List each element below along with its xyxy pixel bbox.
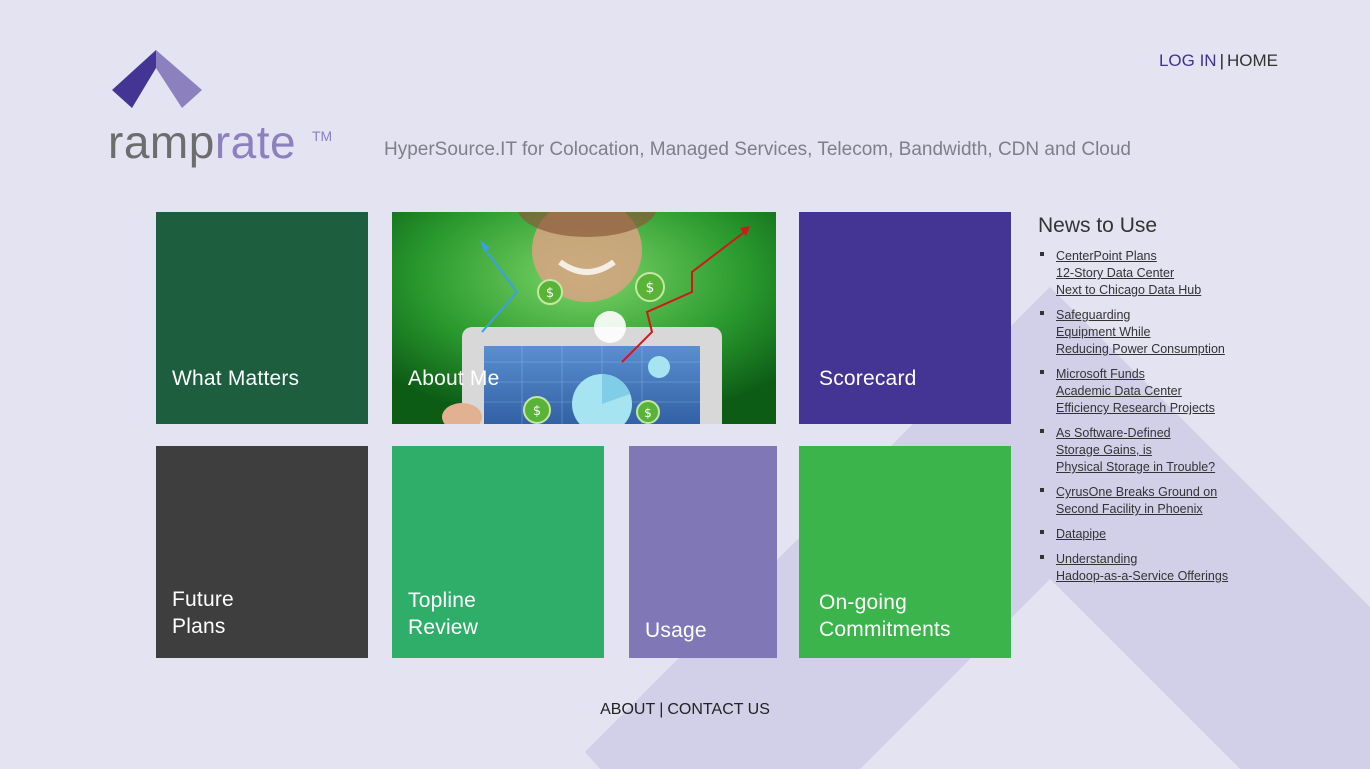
svg-text:$: $ — [644, 406, 652, 420]
tile-future-plans-label: Future Plans — [172, 586, 234, 640]
tile-usage[interactable]: Usage — [629, 446, 777, 658]
bullet-icon — [1040, 429, 1044, 433]
top-navigation: LOG IN | HOME — [1159, 51, 1278, 71]
about-me-image: $ $ $ $ — [392, 212, 776, 424]
trademark-symbol: TM — [312, 128, 333, 144]
news-link[interactable]: CenterPoint Plans 12-Story Data Center N… — [1056, 248, 1268, 299]
svg-text:$: $ — [546, 286, 554, 301]
news-item: Understanding Hadoop-as-a-Service Offeri… — [1038, 551, 1268, 585]
tile-ongoing-line2: Commitments — [819, 618, 951, 641]
bullet-icon — [1040, 252, 1044, 256]
tile-usage-label: Usage — [645, 619, 707, 642]
nav-separator: | — [1219, 51, 1224, 70]
news-link[interactable]: Microsoft Funds Academic Data Center Eff… — [1056, 366, 1268, 417]
bullet-icon — [1040, 530, 1044, 534]
tile-ongoing-commitments-label: On-going Commitments — [819, 589, 951, 643]
news-link[interactable]: Datapipe — [1056, 526, 1268, 543]
bullet-icon — [1040, 488, 1044, 492]
news-link[interactable]: Understanding Hadoop-as-a-Service Offeri… — [1056, 551, 1268, 585]
tile-topline-review-line2: Review — [408, 616, 479, 639]
tile-future-plans-line1: Future — [172, 588, 234, 611]
news-item: CyrusOne Breaks Ground on Second Facilit… — [1038, 484, 1268, 518]
ramprate-logo-wordmark: ramprate — [108, 112, 296, 172]
tile-about-me[interactable]: $ $ $ $ About Me — [392, 212, 776, 424]
footer-separator: | — [659, 701, 664, 718]
tile-scorecard-label: Scorecard — [819, 367, 917, 390]
home-link[interactable]: HOME — [1227, 51, 1278, 70]
logo-word-rate: rate — [214, 116, 297, 168]
logo-word-ramp: ramp — [108, 116, 215, 168]
news-title: News to Use — [1038, 214, 1158, 237]
tile-scorecard[interactable]: Scorecard — [799, 212, 1011, 424]
dollar-coin-icon: $ — [537, 279, 563, 305]
ramprate-logo-icon — [112, 50, 202, 108]
tile-ongoing-commitments[interactable]: On-going Commitments — [799, 446, 1011, 658]
news-item: CenterPoint Plans 12-Story Data Center N… — [1038, 248, 1268, 299]
tile-topline-review-label: Topline Review — [408, 587, 478, 641]
news-panel: News to Use CenterPoint Plans 12-Story D… — [1038, 214, 1268, 593]
news-item: Datapipe — [1038, 526, 1268, 543]
login-link[interactable]: LOG IN — [1159, 51, 1217, 70]
news-link[interactable]: Safeguarding Equipment While Reducing Po… — [1056, 307, 1268, 358]
news-link[interactable]: CyrusOne Breaks Ground on Second Facilit… — [1056, 484, 1268, 518]
dollar-coin-icon: $ — [636, 400, 660, 424]
tile-topline-review[interactable]: Topline Review — [392, 446, 604, 658]
news-item: As Software-Defined Storage Gains, is Ph… — [1038, 425, 1268, 476]
tile-topline-review-line1: Topline — [408, 589, 476, 612]
tile-future-plans[interactable]: Future Plans — [156, 446, 368, 658]
tile-about-me-label: About Me — [408, 367, 500, 390]
bullet-icon — [1040, 555, 1044, 559]
dollar-coin-icon: $ — [523, 396, 551, 424]
news-link[interactable]: As Software-Defined Storage Gains, is Ph… — [1056, 425, 1268, 476]
about-link[interactable]: ABOUT — [600, 701, 655, 718]
tile-ongoing-line1: On-going — [819, 591, 907, 614]
bullet-icon — [1040, 370, 1044, 374]
tile-what-matters[interactable]: What Matters — [156, 212, 368, 424]
dollar-coin-icon: $ — [635, 272, 665, 302]
svg-text:$: $ — [533, 404, 541, 419]
tile-what-matters-label: What Matters — [172, 367, 300, 390]
site-tagline: HyperSource.IT for Colocation, Managed S… — [384, 139, 1132, 160]
news-item: Safeguarding Equipment While Reducing Po… — [1038, 307, 1268, 358]
news-list: CenterPoint Plans 12-Story Data Center N… — [1038, 248, 1268, 585]
svg-text:$: $ — [646, 280, 655, 296]
contact-us-link[interactable]: CONTACT US — [667, 701, 770, 718]
news-item: Microsoft Funds Academic Data Center Eff… — [1038, 366, 1268, 417]
bullet-icon — [1040, 311, 1044, 315]
footer-navigation: ABOUT | CONTACT US — [0, 701, 1370, 719]
tile-future-plans-line2: Plans — [172, 615, 226, 638]
